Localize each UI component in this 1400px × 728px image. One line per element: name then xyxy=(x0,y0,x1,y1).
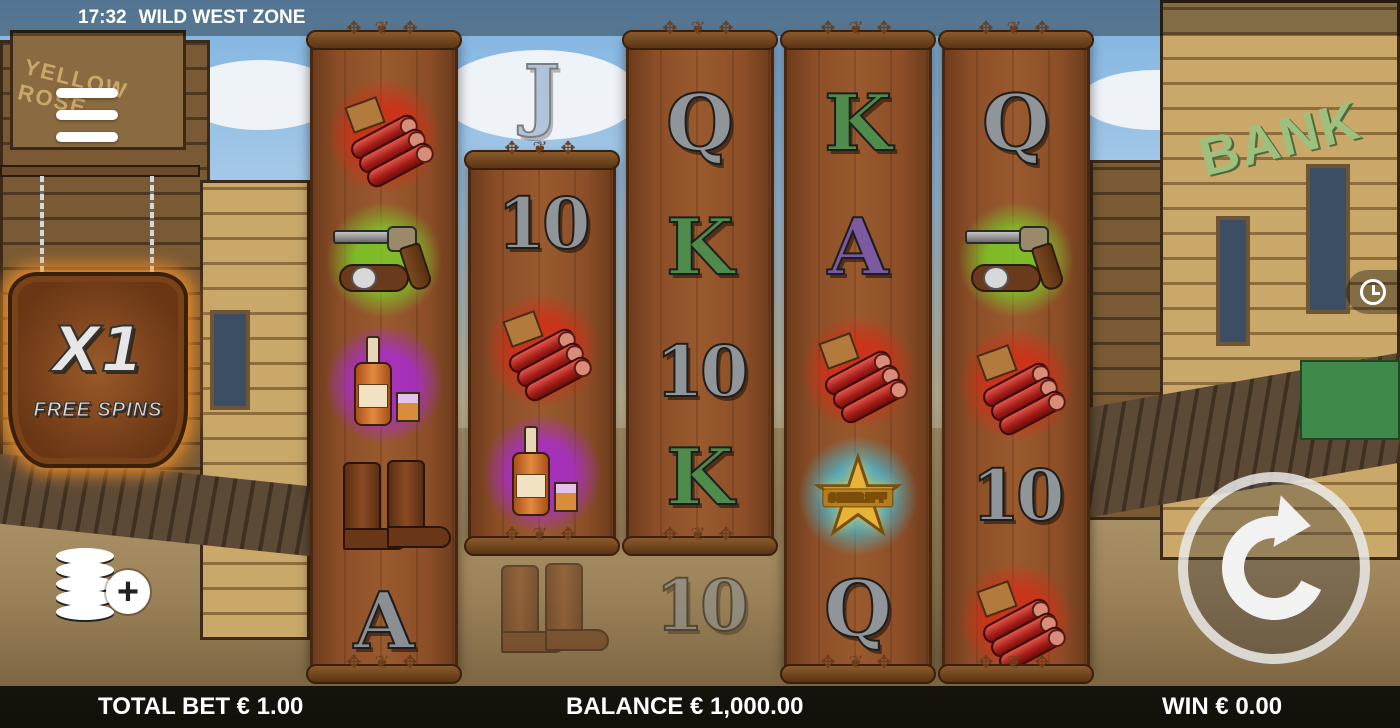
clock-time: 17:32 xyxy=(78,7,127,28)
sheriff-star-symbol: ★ SHERIFF xyxy=(784,434,932,558)
card-letter: K xyxy=(823,78,893,169)
revolver-icon xyxy=(329,220,439,300)
card-letter: J xyxy=(523,49,562,140)
win-display: WIN € 0.00 xyxy=(1162,693,1283,720)
reel-5: Q 10 xyxy=(938,18,1094,684)
card-10-symbol: 10 xyxy=(942,434,1090,558)
card-10-symbol: 10 xyxy=(468,162,616,286)
faded-card-j-symbol: J xyxy=(468,40,616,150)
dynamite-icon xyxy=(974,580,1069,675)
balance-display: BALANCE € 1,000.00 xyxy=(566,693,804,720)
dynamite-symbol xyxy=(468,288,616,412)
free-spins-label: FREE SPINS xyxy=(33,398,163,421)
card-letter: 10 xyxy=(496,182,591,265)
sign-rail xyxy=(0,165,200,177)
hamburger-menu-icon xyxy=(56,88,118,98)
card-letter: K xyxy=(665,432,735,523)
revolver-symbol xyxy=(942,198,1090,322)
reel-2: 10 xyxy=(464,138,620,556)
dynamite-icon xyxy=(342,96,437,191)
card-k-symbol: K xyxy=(626,416,774,540)
faded-boots-symbol xyxy=(468,556,616,666)
card-letter: A xyxy=(827,202,890,293)
card-q-symbol: Q xyxy=(942,62,1090,186)
bottom-info-bar: TOTAL BET € 1.00 BALANCE € 1,000.00 WIN … xyxy=(0,686,1400,728)
game-history-button[interactable] xyxy=(1346,270,1400,314)
spin-arrow-icon xyxy=(1207,495,1341,635)
dynamite-icon xyxy=(500,310,595,405)
total-bet-display: TOTAL BET € 1.00 xyxy=(98,693,304,720)
card-letter: Q xyxy=(823,564,893,655)
bet-settings-button[interactable]: + xyxy=(56,548,150,622)
card-letter: Q xyxy=(981,78,1051,169)
revolver-icon xyxy=(961,220,1071,300)
cowboy-boots-icon xyxy=(329,460,451,556)
reel-1: A xyxy=(306,18,462,684)
reel-4: K A ★ SHERIFF Q xyxy=(780,18,936,684)
card-letter: K xyxy=(665,202,735,293)
clock-icon xyxy=(1360,279,1386,305)
sheriff-badge-text: SHERIFF xyxy=(822,488,894,508)
dynamite-symbol xyxy=(784,310,932,434)
revolver-symbol xyxy=(310,198,458,322)
whiskey-bottle-icon xyxy=(502,426,582,522)
faded-card-10-symbol: 10 xyxy=(626,546,774,666)
free-spins-multiplier: X1 xyxy=(52,312,145,386)
sheriff-star-icon: ★ SHERIFF xyxy=(810,435,906,557)
boots-symbol xyxy=(310,446,458,570)
dynamite-icon xyxy=(974,344,1069,439)
card-k-symbol: K xyxy=(784,62,932,186)
cowboy-boots-icon xyxy=(487,563,609,659)
whiskey-bottle-icon xyxy=(344,336,424,432)
spin-button[interactable] xyxy=(1178,472,1370,664)
free-spins-sign: X1 FREE SPINS xyxy=(8,272,188,468)
dynamite-symbol xyxy=(942,322,1090,446)
card-k-symbol: K xyxy=(626,186,774,310)
whiskey-symbol xyxy=(468,412,616,536)
card-letter: Q xyxy=(665,78,735,169)
reel-3: Q K 10 K xyxy=(622,18,778,556)
whiskey-symbol xyxy=(310,322,458,446)
dynamite-symbol xyxy=(310,74,458,198)
card-q-symbol: Q xyxy=(626,62,774,186)
card-letter: 10 xyxy=(654,564,749,647)
menu-button[interactable] xyxy=(56,88,118,144)
card-letter: A xyxy=(353,576,416,667)
dynamite-icon xyxy=(816,332,911,427)
game-title: WILD WEST ZONE xyxy=(138,7,306,28)
card-a-symbol: A xyxy=(784,186,932,310)
card-letter: 10 xyxy=(970,454,1065,537)
card-letter: 10 xyxy=(654,330,749,413)
